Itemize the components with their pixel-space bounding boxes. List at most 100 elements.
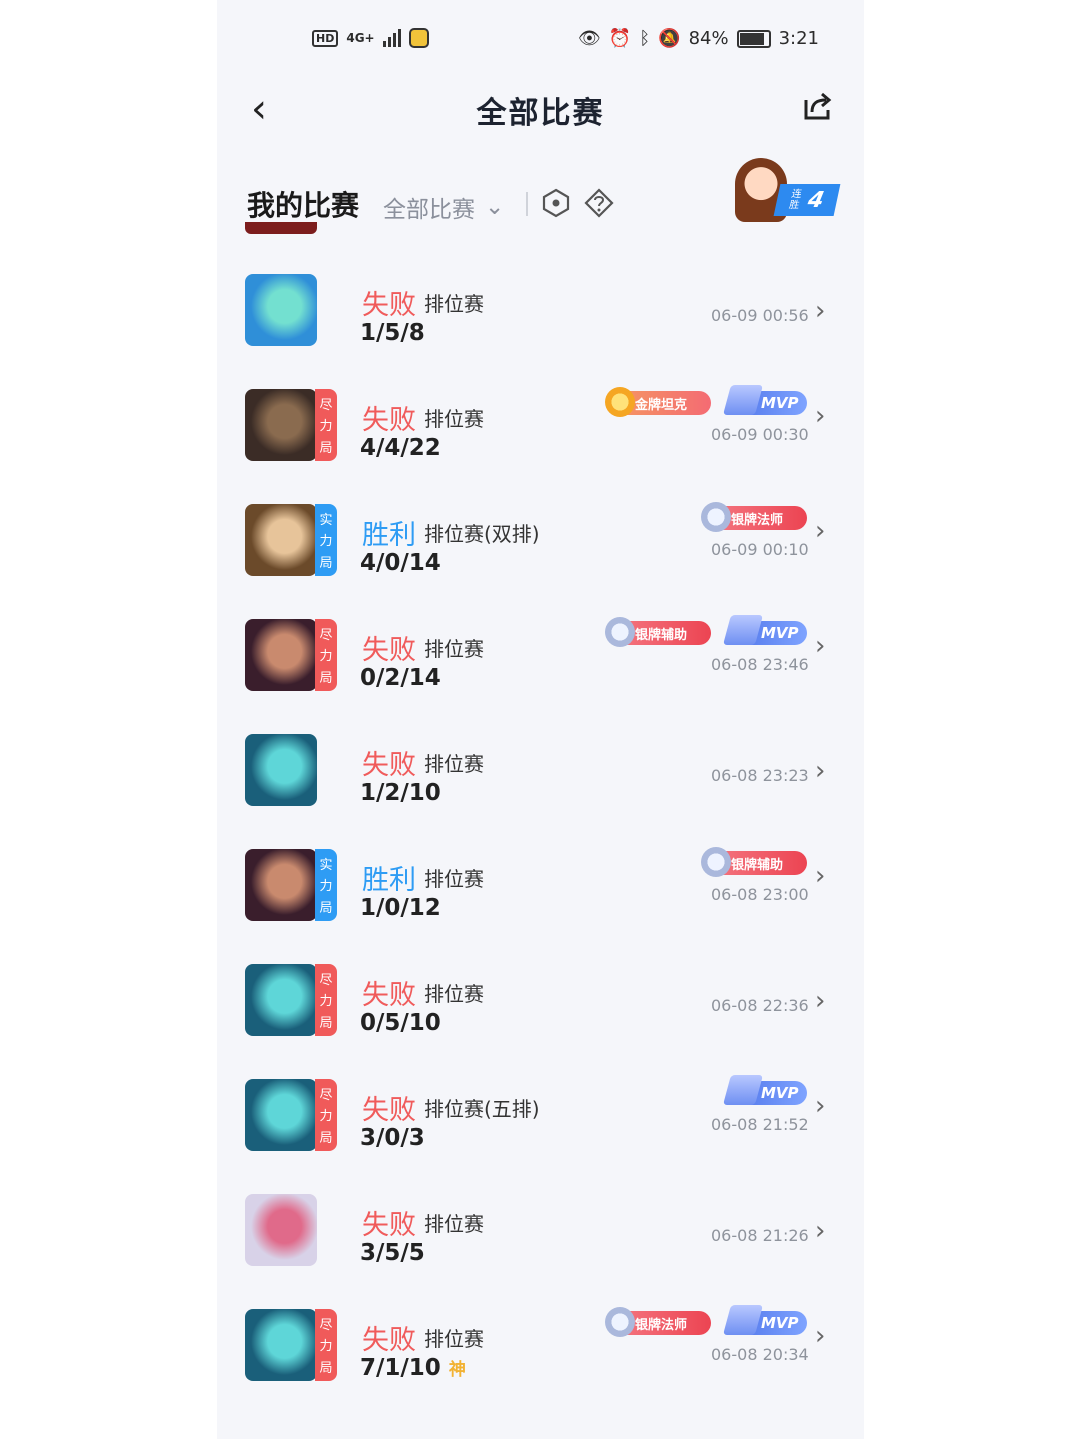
match-result: 失败	[362, 980, 416, 1011]
tag-char: 局	[319, 670, 333, 686]
match-mode: 排位赛	[424, 407, 484, 431]
kda-score: 3/0/3	[360, 1125, 425, 1151]
tag-char: 力	[319, 1109, 333, 1125]
medal-icon	[722, 385, 764, 415]
match-rating-tag: 尽力局	[315, 389, 337, 461]
tag-char: 局	[319, 1130, 333, 1146]
match-row[interactable]: 失败 排位赛 1/2/10 06-08 23:23 ›	[217, 706, 864, 821]
hero-avatar	[245, 849, 317, 921]
medal-badge: 银牌辅助	[701, 847, 807, 877]
kda-score: 4/0/14	[360, 550, 441, 576]
medal-icon	[605, 387, 635, 417]
match-rating-tag: 尽力局	[315, 964, 337, 1036]
tag-char: 实	[319, 513, 333, 529]
tag-char: 尽	[319, 973, 333, 989]
win-streak-badge[interactable]: 连胜 4	[735, 158, 841, 222]
match-row[interactable]: 实力局 胜利 排位赛 1/0/12 银牌辅助 06-08 23:00 ›	[217, 821, 864, 936]
match-time: 06-08 23:23	[711, 766, 809, 785]
kda-score: 1/0/12	[360, 895, 441, 921]
medal-icon	[701, 847, 731, 877]
previous-row-peek	[245, 222, 317, 234]
chevron-down-icon: ⌄	[485, 194, 505, 220]
match-time: 06-08 21:26	[711, 1226, 809, 1245]
match-mode: 排位赛	[424, 867, 484, 891]
badge-label: MVP	[761, 394, 799, 412]
match-time: 06-09 00:10	[711, 540, 809, 559]
match-row[interactable]: 尽力局 失败 排位赛 0/2/14 MVP 银牌辅助 06-08 23:46 ›	[217, 591, 864, 706]
tag-char: 力	[319, 994, 333, 1010]
match-mode: 排位赛	[424, 1327, 484, 1351]
hero-avatar	[245, 734, 317, 806]
hero-avatar	[245, 389, 317, 461]
tag-char: 实	[319, 858, 333, 874]
medal-badge: 金牌坦克	[605, 387, 711, 417]
battery-icon	[736, 29, 771, 48]
chevron-right-icon: ›	[815, 1091, 826, 1121]
nav-header: ‹ 全部比赛	[217, 78, 864, 138]
god-mark: 神	[448, 1360, 466, 1380]
network-type: 4G+	[346, 31, 375, 45]
hexagon-filter-icon[interactable]	[542, 188, 570, 218]
hero-avatar	[245, 1194, 317, 1266]
match-mode: 排位赛	[424, 292, 484, 316]
chevron-right-icon: ›	[815, 516, 826, 546]
alarm-icon: ⏰	[608, 28, 632, 49]
match-rating-tag: 尽力局	[315, 1309, 337, 1381]
match-mode: 排位赛	[424, 637, 484, 661]
match-result: 失败	[362, 635, 416, 666]
match-row[interactable]: 尽力局 失败 排位赛 4/4/22 MVP 金牌坦克 06-09 00:30 ›	[217, 361, 864, 476]
medal-icon	[722, 1305, 764, 1335]
tag-char: 力	[319, 1339, 333, 1355]
match-row[interactable]: 失败 排位赛 1/5/8 06-09 00:56 ›	[217, 246, 864, 361]
page-title: 全部比赛	[476, 96, 605, 131]
tag-char: 尽	[319, 1088, 333, 1104]
tag-char: 力	[319, 419, 333, 435]
match-type-dropdown[interactable]: 全部比赛 ⌄	[383, 190, 504, 224]
diamond-filter-icon[interactable]	[584, 188, 614, 218]
match-rating-tag: 实力局	[315, 504, 337, 576]
kda-score: 3/5/5	[360, 1240, 425, 1266]
match-mode: 排位赛	[424, 982, 484, 1006]
phone-screen: HD 4G+ 👁 ⏰ ᛒ 🔕 84% 3:21 ‹ 全部比赛 我的比赛 全部比赛…	[217, 0, 864, 1439]
match-row[interactable]: 尽力局 失败 排位赛 0/5/10 06-08 22:36 ›	[217, 936, 864, 1051]
hero-avatar	[245, 1309, 317, 1381]
streak-tag: 连胜 4	[773, 184, 841, 216]
match-result: 胜利	[362, 520, 416, 551]
tag-char: 局	[319, 1015, 333, 1031]
kda-score: 1/2/10	[360, 780, 441, 806]
tag-char: 力	[319, 649, 333, 665]
medal-badge: 银牌法师	[701, 502, 807, 532]
match-time: 06-09 00:30	[711, 425, 809, 444]
tag-char: 尽	[319, 628, 333, 644]
match-mode: 排位赛(五排)	[424, 1097, 540, 1121]
kda-score: 0/2/14	[360, 665, 441, 691]
match-result: 失败	[362, 405, 416, 436]
mute-icon: 🔕	[658, 28, 681, 49]
match-result: 失败	[362, 1325, 416, 1356]
battery-percent: 84%	[688, 28, 729, 49]
clock: 3:21	[778, 28, 819, 49]
match-row[interactable]: 尽力局 失败 排位赛 7/1/10 神 MVP 银牌法师 06-08 20:34 ›	[217, 1281, 864, 1396]
kda-score: 0/5/10	[360, 1010, 441, 1036]
badge-label: 银牌法师	[635, 1317, 688, 1333]
share-icon[interactable]	[802, 90, 834, 122]
match-time: 06-08 23:46	[711, 655, 809, 674]
my-matches-label: 我的比赛	[247, 189, 360, 222]
signal-icon	[382, 29, 401, 47]
dropdown-value: 全部比赛	[383, 197, 475, 223]
kda-score: 1/5/8	[360, 320, 425, 346]
filter-bar: 我的比赛 全部比赛 ⌄ 连胜 4	[217, 158, 864, 230]
match-row[interactable]: 尽力局 失败 排位赛(五排) 3/0/3 MVP 06-08 21:52 ›	[217, 1051, 864, 1166]
match-result: 失败	[362, 1210, 416, 1241]
match-row[interactable]: 失败 排位赛 3/5/5 06-08 21:26 ›	[217, 1166, 864, 1281]
hero-avatar	[245, 274, 317, 346]
eye-icon: 👁	[578, 28, 601, 49]
match-mode: 排位赛	[424, 752, 484, 776]
chevron-right-icon: ›	[815, 296, 826, 326]
tag-char: 力	[319, 879, 333, 895]
match-row[interactable]: 实力局 胜利 排位赛(双排) 4/0/14 银牌法师 06-09 00:10 ›	[217, 476, 864, 591]
tag-char: 尽	[319, 398, 333, 414]
hero-avatar	[245, 964, 317, 1036]
hd-indicator: HD	[312, 29, 339, 47]
match-result: 失败	[362, 290, 416, 321]
